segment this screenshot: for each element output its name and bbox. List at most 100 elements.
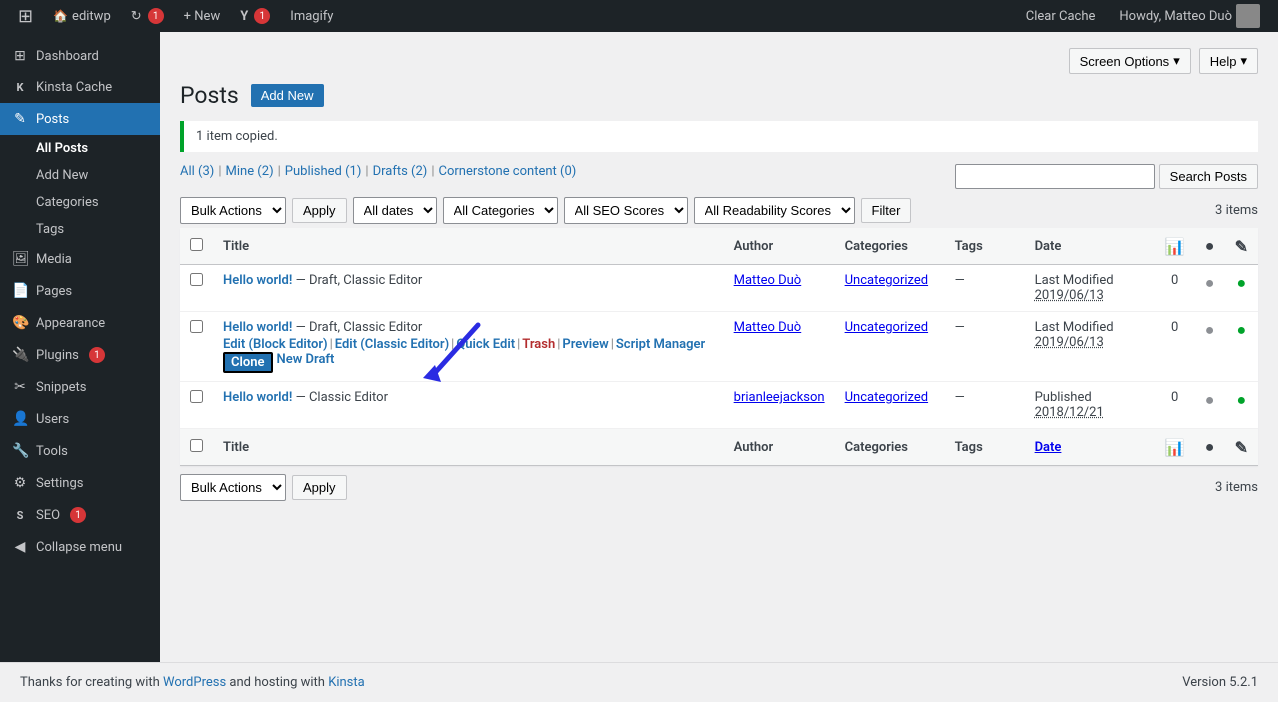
apply-button-bottom[interactable]: Apply (292, 475, 347, 500)
filter-drafts[interactable]: Drafts (2) (373, 164, 428, 179)
readability-filter-select[interactable]: All Readability Scores (694, 197, 855, 224)
th-title: Title (213, 228, 724, 265)
bulk-actions-select-top[interactable]: Bulk Actions (180, 197, 286, 224)
sidebar-item-appearance[interactable]: 🎨 Appearance (0, 307, 160, 339)
row2-title-link[interactable]: Hello world! — Draft, Classic Editor (223, 320, 422, 335)
add-new-button[interactable]: Add New (251, 84, 324, 107)
sidebar-item-dashboard[interactable]: ⊞ Dashboard (0, 40, 160, 72)
row2-edit-block-link[interactable]: Edit (Block Editor) (223, 337, 328, 352)
footer-wordpress-link[interactable]: WordPress (163, 675, 226, 690)
row1-category-link[interactable]: Uncategorized (845, 273, 928, 288)
row2-preview-link[interactable]: Preview (562, 337, 608, 352)
sidebar-item-collapse[interactable]: ◀ Collapse menu (0, 531, 160, 563)
adminbar-yoast[interactable]: Y 1 (230, 0, 280, 32)
search-posts-button[interactable]: Search Posts (1159, 164, 1258, 189)
adminbar-clear-cache[interactable]: Clear Cache (1016, 0, 1106, 32)
row2-title-cell: Hello world! — Draft, Classic Editor Edi… (213, 312, 724, 382)
sidebar-subitem-tags[interactable]: Tags (0, 216, 160, 243)
row3-author-link[interactable]: brianleejackson (734, 390, 825, 405)
sidebar-subitem-add-new[interactable]: Add New (0, 162, 160, 189)
seo-dot-icon: ● (1205, 236, 1215, 255)
admin-bar: ⊞ 🏠 editwp ↻ 1 + New Y 1 Imagify Clear C… (0, 0, 1278, 32)
screen-options-button[interactable]: Screen Options ▾ (1069, 48, 1191, 74)
row2-quick-edit-link[interactable]: Quick Edit (456, 337, 515, 352)
footer-thanks-text: Thanks for creating with (20, 675, 163, 690)
adminbar-new[interactable]: + New (174, 0, 231, 32)
sidebar-item-label: Media (36, 252, 72, 267)
table-footer-header-row: Title Author Categories Tags Date 📊 ● ✎ (180, 429, 1258, 466)
row3-status: — Classic Editor (296, 390, 388, 405)
row1-status: — Draft, Classic Editor (296, 273, 423, 288)
plugins-badge: 1 (89, 347, 105, 363)
sidebar-subitem-categories[interactable]: Categories (0, 189, 160, 216)
items-count-top: 3 items (1215, 203, 1258, 218)
row2-clone-link[interactable]: Clone (223, 352, 273, 373)
row2-edit-classic-link[interactable]: Edit (Classic Editor) (335, 337, 449, 352)
footer-readability-icon: ✎ (1235, 438, 1248, 457)
filter-all[interactable]: All (3) (180, 164, 214, 179)
row2-new-draft-link[interactable]: New Draft (277, 352, 335, 373)
table-header-row: Title Author Categories Tags Date (180, 228, 1258, 265)
footer-seo-dot-icon: ● (1205, 437, 1215, 456)
adminbar-howdy[interactable]: Howdy, Matteo Duò (1109, 0, 1270, 32)
sidebar-item-snippets[interactable]: ✂ Snippets (0, 371, 160, 403)
sidebar-item-posts[interactable]: ✎ Posts (0, 103, 160, 135)
row1-author-link[interactable]: Matteo Duò (734, 273, 802, 288)
screen-options-label: Screen Options (1080, 54, 1170, 69)
help-button[interactable]: Help ▾ (1199, 48, 1258, 74)
sidebar-item-plugins[interactable]: 🔌 Plugins 1 (0, 339, 160, 371)
updates-icon: ↻ (131, 9, 142, 24)
yoast-badge: 1 (254, 8, 270, 24)
select-all-checkbox[interactable] (190, 238, 203, 251)
row3-title-link[interactable]: Hello world! — Classic Editor (223, 390, 388, 405)
row2-script-manager-link[interactable]: Script Manager (616, 337, 705, 352)
select-all-bottom-checkbox[interactable] (190, 439, 203, 452)
filter-mine[interactable]: Mine (2) (226, 164, 274, 179)
sidebar-item-pages[interactable]: 📄 Pages (0, 275, 160, 307)
row1-date-status: Last Modified (1035, 273, 1114, 288)
footer-kinsta-link[interactable]: Kinsta (328, 675, 365, 690)
apply-button-top[interactable]: Apply (292, 198, 347, 223)
adminbar-imagify[interactable]: Imagify (280, 0, 343, 32)
sidebar-item-kinsta-cache[interactable]: K Kinsta Cache (0, 72, 160, 103)
row1-checkbox[interactable] (190, 273, 203, 286)
row3-read-dot: ● (1236, 390, 1246, 409)
th-footer-date-link[interactable]: Date (1035, 440, 1062, 455)
row2-category-link[interactable]: Uncategorized (845, 320, 928, 335)
row2-date-cell: Last Modified 2019/06/13 (1025, 312, 1155, 382)
sidebar-item-media[interactable]: 🖼 Media (0, 243, 160, 275)
dates-filter-select[interactable]: All dates (353, 197, 437, 224)
row2-checkbox[interactable] (190, 320, 203, 333)
categories-filter-select[interactable]: All Categories (443, 197, 558, 224)
search-input[interactable] (955, 164, 1155, 189)
sidebar-item-label: Appearance (36, 316, 105, 331)
sidebar-item-tools[interactable]: 🔧 Tools (0, 435, 160, 467)
th-tags: Tags (945, 228, 1025, 265)
th-seo: ● (1195, 228, 1225, 265)
row2-status: — Draft, Classic Editor (296, 320, 423, 335)
sidebar-item-users[interactable]: 👤 Users (0, 403, 160, 435)
row1-title-link[interactable]: Hello world! — Draft, Classic Editor (223, 273, 422, 288)
sidebar-item-seo[interactable]: S SEO 1 (0, 499, 160, 531)
adminbar-updates[interactable]: ↻ 1 (121, 0, 174, 32)
row1-title-cell: Hello world! — Draft, Classic Editor (213, 265, 724, 312)
seo-scores-filter-select[interactable]: All SEO Scores (564, 197, 688, 224)
row2-categories-cell: Uncategorized (835, 312, 945, 382)
row3-category-link[interactable]: Uncategorized (845, 390, 928, 405)
new-label: + New (184, 9, 221, 24)
filter-button[interactable]: Filter (861, 198, 912, 223)
row1-seo-num-cell: 0 (1155, 265, 1195, 312)
adminbar-wp-logo[interactable]: ⊞ (8, 0, 43, 32)
filter-published[interactable]: Published (1) (285, 164, 362, 179)
sidebar-subitem-all-posts[interactable]: All Posts (0, 135, 160, 162)
sidebar-item-label: Posts (36, 112, 69, 127)
filter-cornerstone[interactable]: Cornerstone content (0) (439, 164, 577, 179)
bulk-actions-select-bottom[interactable]: Bulk Actions (180, 474, 286, 501)
row3-checkbox[interactable] (190, 390, 203, 403)
row2-trash-link[interactable]: Trash (522, 337, 555, 352)
row2-author-link[interactable]: Matteo Duò (734, 320, 802, 335)
sidebar-item-settings[interactable]: ⚙ Settings (0, 467, 160, 499)
seo-icon: S (12, 509, 28, 522)
th-author-label: Author (734, 239, 774, 254)
adminbar-site-name[interactable]: 🏠 editwp (43, 0, 121, 32)
